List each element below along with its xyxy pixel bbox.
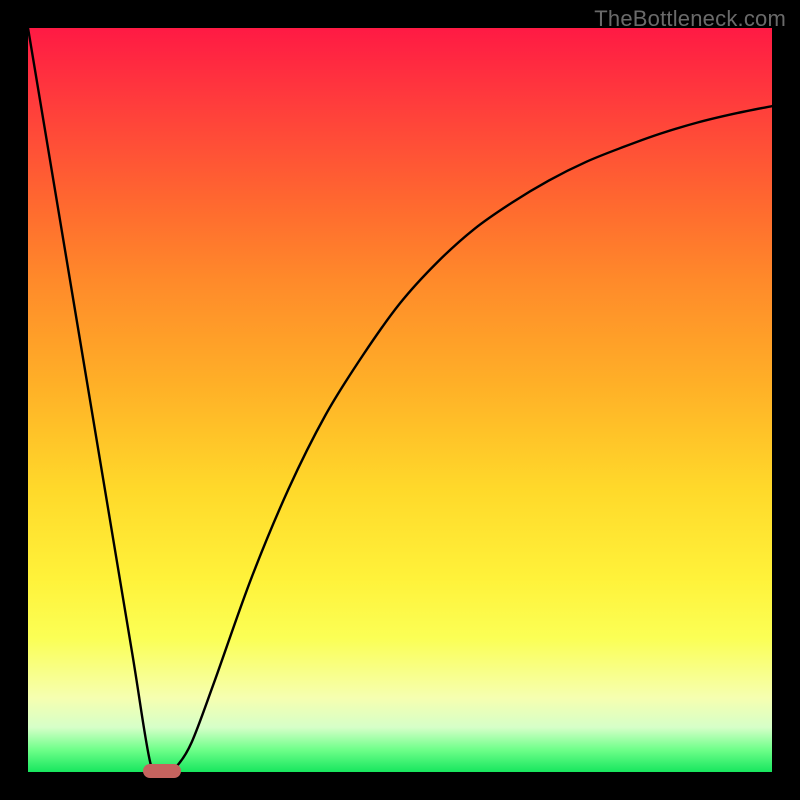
- watermark-text: TheBottleneck.com: [594, 6, 786, 32]
- chart-frame: TheBottleneck.com: [0, 0, 800, 800]
- optimal-range-marker: [143, 764, 180, 778]
- bottleneck-curve: [28, 28, 772, 772]
